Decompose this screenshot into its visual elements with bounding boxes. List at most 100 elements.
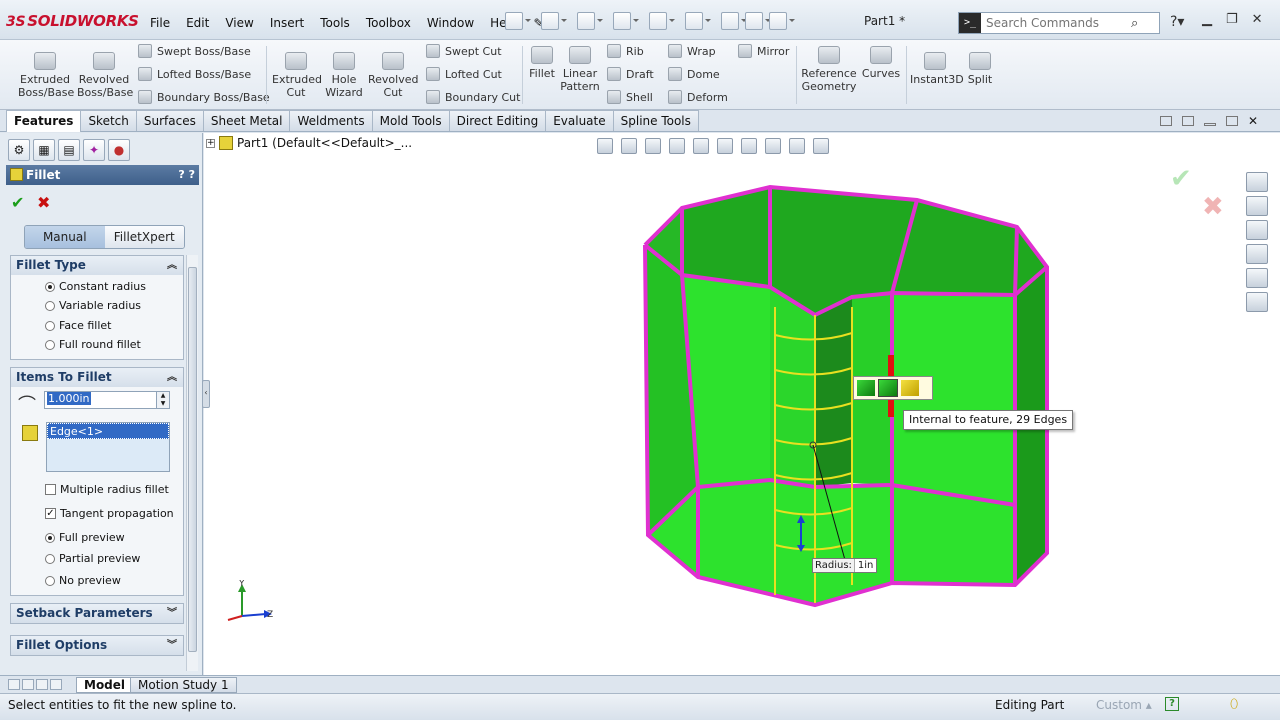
tab-evaluate[interactable]: Evaluate [545,110,614,131]
swept-boss-button[interactable]: Swept Boss/Base [138,44,251,58]
units-selector[interactable]: Custom ▴ [1096,698,1152,712]
bottom-front-face[interactable] [648,480,1015,605]
display-manager-tab-icon[interactable]: ● [108,139,130,161]
configuration-manager-tab-icon[interactable]: ▤ [58,139,80,161]
tile-icon[interactable] [1160,116,1172,126]
rib-button[interactable]: Rib [607,44,644,58]
menu-insert[interactable]: Insert [262,10,312,36]
dimxpert-tab-icon[interactable]: ✦ [83,139,105,161]
pm-scrollbar[interactable] [186,255,198,671]
panel-splitter-handle[interactable]: ‹ [202,380,210,408]
select-icon[interactable] [685,12,711,30]
partial-preview-option[interactable]: Partial preview [45,552,140,565]
expand-icon[interactable]: ︾ [167,604,177,623]
options-icon[interactable] [769,12,795,30]
doc-restore-icon[interactable] [1226,116,1238,126]
tab-weldments[interactable]: Weldments [289,110,373,131]
lofted-cut-button[interactable]: Lofted Cut [426,67,502,81]
full-preview-option[interactable]: Full preview [45,531,125,544]
tab-spline-tools[interactable]: Spline Tools [612,110,699,131]
minimize-icon[interactable]: ▁ [1202,12,1212,27]
tab-motion-study-1[interactable]: Motion Study 1 [130,677,237,693]
print-icon[interactable] [613,12,639,30]
inner-cut-face[interactable] [815,297,852,487]
list-item[interactable]: Edge<1> [47,423,169,439]
revolved-boss-button[interactable]: Revolved Boss/Base [77,52,133,99]
radius-callout[interactable]: Radius: 1in [812,558,878,573]
doc-minimize-icon[interactable] [1204,123,1216,126]
view-orientation-icon[interactable] [693,138,709,154]
items-to-fillet-heading[interactable]: Items To Fillet ︽ [11,368,183,387]
part-model-view[interactable] [620,175,1060,615]
collapse-icon[interactable]: ︽ [167,256,177,275]
constant-radius-option[interactable]: Constant radius [45,280,146,293]
next-tab-icon[interactable] [36,679,48,690]
doc-close-icon[interactable]: ✕ [1248,115,1260,127]
section-view-icon[interactable] [669,138,685,154]
radius-callout-value[interactable]: 1in [855,559,876,572]
file-explorer-icon[interactable] [1246,220,1268,240]
connected-to-start-loop-icon[interactable] [857,380,875,396]
full-round-fillet-option[interactable]: Full round fillet [45,338,141,351]
boundary-cut-button[interactable]: Boundary Cut [426,90,520,104]
variable-radius-option[interactable]: Variable radius [45,299,141,312]
search-input[interactable] [981,16,1129,30]
fillet-options-heading[interactable]: Fillet Options ︾ [11,636,183,655]
expand-icon[interactable]: ︾ [167,636,177,655]
open-document-icon[interactable] [541,12,567,30]
ok-button[interactable]: ✔ [11,193,24,212]
swept-cut-button[interactable]: Swept Cut [426,44,502,58]
radius-input[interactable]: 1.000in [44,391,157,409]
filletxpert-mode-button[interactable]: FilletXpert [104,226,184,248]
feature-manager-tab-icon[interactable]: ⚙ [8,139,30,161]
multiple-radius-fillet-checkbox[interactable]: Multiple radius fillet [45,483,169,496]
display-style-icon[interactable] [717,138,733,154]
fillet-type-heading[interactable]: Fillet Type ︽ [11,256,183,275]
tab-sheet-metal[interactable]: Sheet Metal [202,110,291,131]
tangent-edges-icon[interactable] [901,380,919,396]
split-button[interactable]: Split [964,52,996,86]
pm-help-icon[interactable]: ? ? [178,165,195,185]
manual-mode-button[interactable]: Manual [25,226,105,248]
solidworks-logo[interactable]: 3S SOLIDWORKS [6,12,139,30]
restore-icon[interactable]: ❐ [1226,12,1238,27]
appearances-icon[interactable] [1246,268,1268,288]
property-manager-tab-icon[interactable]: ▦ [33,139,55,161]
setback-parameters-heading[interactable]: Setback Parameters ︾ [11,604,183,623]
cancel-button[interactable]: ✖ [37,193,50,212]
cascade-icon[interactable] [1182,116,1194,126]
tangent-propagation-checkbox[interactable]: ✓ Tangent propagation [45,507,174,520]
mirror-button[interactable]: Mirror [738,44,789,58]
quick-tips-icon[interactable]: ? [1165,697,1179,711]
undo-icon[interactable] [649,12,675,30]
rebuild-icon[interactable] [721,12,747,30]
extruded-cut-button[interactable]: Extruded Cut [272,52,322,99]
tab-mold-tools[interactable]: Mold Tools [371,110,450,131]
shell-button[interactable]: Shell [607,90,653,104]
menu-edit[interactable]: Edit [178,10,217,36]
zoom-to-fit-icon[interactable] [597,138,613,154]
tab-surfaces[interactable]: Surfaces [135,110,204,131]
draft-button[interactable]: Draft [607,67,654,81]
tag-icon[interactable]: ⬯ [1230,697,1238,712]
search-commands-box[interactable]: >_ ⌕ [958,12,1160,34]
solidworks-resources-icon[interactable] [1246,172,1268,192]
zoom-to-area-icon[interactable] [621,138,637,154]
menu-window[interactable]: Window [419,10,482,36]
last-tab-icon[interactable] [50,679,62,690]
hole-wizard-button[interactable]: Hole Wizard [322,52,366,99]
fillet-button[interactable]: Fillet [526,46,558,80]
tab-direct-editing[interactable]: Direct Editing [448,110,547,131]
extruded-boss-button[interactable]: Extruded Boss/Base [18,52,74,99]
revolved-cut-button[interactable]: Revolved Cut [368,52,418,99]
radius-spinner[interactable]: ▲ ▼ [156,391,170,409]
tab-features[interactable]: Features [6,110,82,132]
save-icon[interactable] [577,12,603,30]
linear-pattern-button[interactable]: Linear Pattern [558,46,602,93]
no-preview-option[interactable]: No preview [45,574,121,587]
menu-tools[interactable]: Tools [312,10,358,36]
curves-button[interactable]: Curves [860,46,902,80]
internal-to-feature-icon[interactable] [878,379,898,397]
scroll-thumb[interactable] [188,267,197,652]
design-library-icon[interactable] [1246,196,1268,216]
